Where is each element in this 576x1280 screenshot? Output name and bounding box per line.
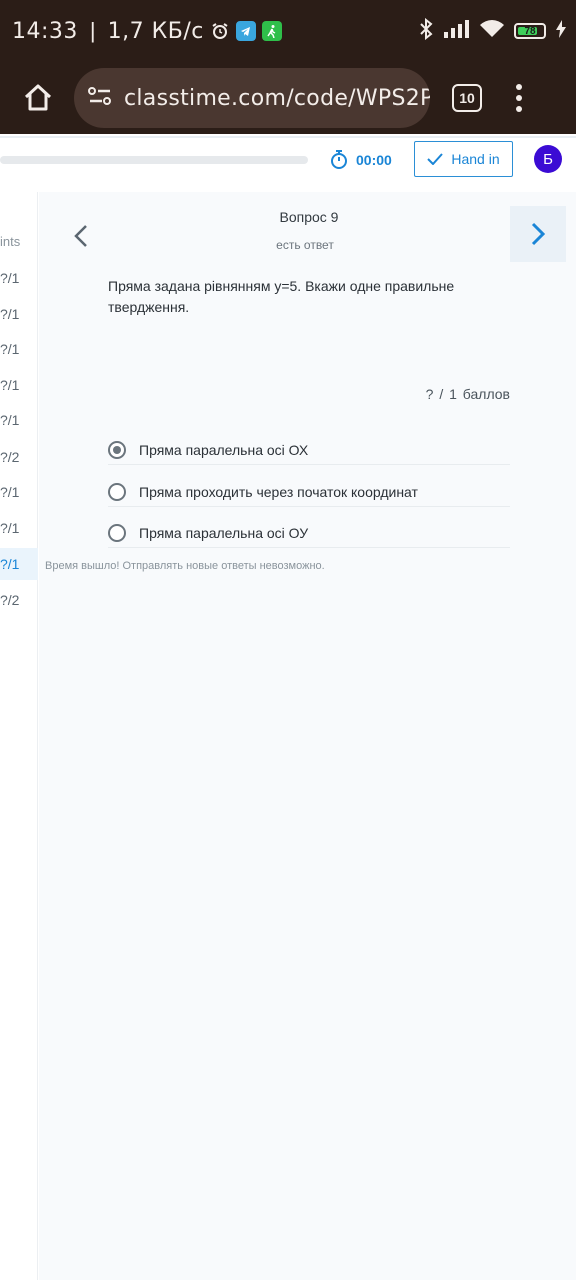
wifi-icon bbox=[480, 19, 504, 43]
question-text: Пряма задана рівнянням y=5. Вкажи одне п… bbox=[108, 278, 455, 315]
sidebar-item-q10[interactable]: ?/2 bbox=[0, 584, 38, 616]
previous-question-button[interactable] bbox=[65, 216, 97, 256]
status-time: 14:33 bbox=[12, 18, 78, 44]
hand-in-button[interactable]: Hand in bbox=[414, 141, 513, 177]
hand-in-label: Hand in bbox=[451, 151, 500, 167]
sidebar-item-score: ?/1 bbox=[0, 270, 20, 286]
question-points: ? / 1 баллов bbox=[425, 386, 510, 402]
sidebar-item-score: ?/1 bbox=[0, 306, 20, 322]
walking-person-icon bbox=[261, 21, 282, 41]
radio-button[interactable] bbox=[108, 440, 126, 459]
sidebar-item-q6[interactable]: ?/2 bbox=[0, 441, 38, 473]
status-separator: | bbox=[89, 18, 96, 43]
sidebar-item-score: ?/2 bbox=[0, 449, 20, 465]
progress-bar bbox=[0, 156, 308, 164]
question-title: Вопрос 9 bbox=[279, 209, 339, 225]
sidebar-item-q8[interactable]: ?/1 bbox=[0, 512, 38, 544]
sidebar-item-q5[interactable]: ?/1 bbox=[0, 404, 38, 436]
sidebar-item-q4[interactable]: ?/1 bbox=[0, 369, 38, 401]
sidebar-item-q3[interactable]: ?/1 bbox=[0, 333, 38, 365]
radio-button[interactable] bbox=[108, 523, 126, 542]
sidebar-item-score: ?/1 bbox=[0, 520, 20, 536]
sidebar-item-q2[interactable]: ?/1 bbox=[0, 298, 38, 330]
more-vert-icon bbox=[516, 84, 522, 90]
home-button[interactable] bbox=[18, 78, 58, 118]
battery-icon: 78 bbox=[514, 23, 546, 39]
home-icon bbox=[24, 84, 52, 111]
status-bar: 14:33 | 1,7 КБ/с 78 bbox=[0, 0, 576, 62]
alarm-clock-icon bbox=[210, 21, 230, 41]
chevron-left-icon bbox=[74, 225, 87, 247]
quiz-header: 00:00 Hand in Б bbox=[0, 136, 576, 182]
signal-strength-icon bbox=[444, 19, 470, 43]
timer-value: 00:00 bbox=[356, 152, 392, 168]
network-speed: 1,7 КБ/с bbox=[107, 18, 204, 44]
sidebar-item-score: ?/1 bbox=[0, 412, 20, 428]
answer-option-label: Пряма паралельна осі ОХ bbox=[139, 441, 309, 458]
charging-bolt-icon bbox=[556, 19, 566, 43]
timer: 00:00 bbox=[330, 148, 392, 172]
question-sidebar: ints ?/1 ?/1 ?/1 ?/1 ?/1 ?/2 ?/1 ?/1 ?/1… bbox=[0, 192, 38, 1280]
tabs-button[interactable]: 10 bbox=[452, 84, 482, 112]
battery-level: 78 bbox=[524, 25, 536, 37]
timeout-message: Время вышло! Отправлять новые ответы нев… bbox=[45, 560, 325, 572]
sidebar-item-q9[interactable]: ?/1 bbox=[0, 548, 38, 580]
points-column-header: ints bbox=[0, 234, 21, 249]
browser-menu-button[interactable] bbox=[516, 84, 522, 112]
radio-button[interactable] bbox=[108, 482, 126, 501]
sidebar-item-score: ?/1 bbox=[0, 556, 20, 572]
sidebar-item-score: ?/2 bbox=[0, 592, 20, 608]
check-icon bbox=[427, 153, 444, 165]
answer-option-label: Пряма паралельна осі ОУ bbox=[139, 524, 309, 541]
answer-option-label: Пряма проходить через початок координат bbox=[139, 483, 418, 500]
answer-option-1[interactable]: Пряма паралельна осі ОХ bbox=[108, 435, 510, 465]
browser-toolbar: classtime.com/code/WPS2P3/ 10 bbox=[0, 62, 576, 134]
bluetooth-icon bbox=[418, 17, 434, 45]
site-settings-icon[interactable] bbox=[88, 86, 112, 111]
chevron-right-icon bbox=[531, 222, 546, 246]
address-bar[interactable]: classtime.com/code/WPS2P3/ bbox=[74, 68, 430, 128]
answer-option-2[interactable]: Пряма проходить через початок координат bbox=[108, 477, 510, 507]
sidebar-item-score: ?/1 bbox=[0, 341, 20, 357]
url-text: classtime.com/code/WPS2P3/ bbox=[124, 85, 430, 111]
stopwatch-icon bbox=[331, 150, 347, 169]
sidebar-item-score: ?/1 bbox=[0, 484, 20, 500]
sidebar-item-q7[interactable]: ?/1 bbox=[0, 476, 38, 508]
avatar-initial: Б bbox=[543, 150, 553, 168]
sidebar-item-score: ?/1 bbox=[0, 377, 20, 393]
question-panel: Вопрос 9 есть ответ Пряма задана рівнянн… bbox=[39, 192, 576, 1280]
next-question-button[interactable] bbox=[510, 206, 566, 262]
answer-option-3[interactable]: Пряма паралельна осі ОУ bbox=[108, 518, 510, 548]
avatar[interactable]: Б bbox=[534, 145, 562, 173]
tab-count: 10 bbox=[459, 90, 475, 106]
question-status: есть ответ bbox=[276, 238, 334, 252]
telegram-icon bbox=[235, 21, 256, 41]
sidebar-item-q1[interactable]: ?/1 bbox=[0, 262, 38, 294]
